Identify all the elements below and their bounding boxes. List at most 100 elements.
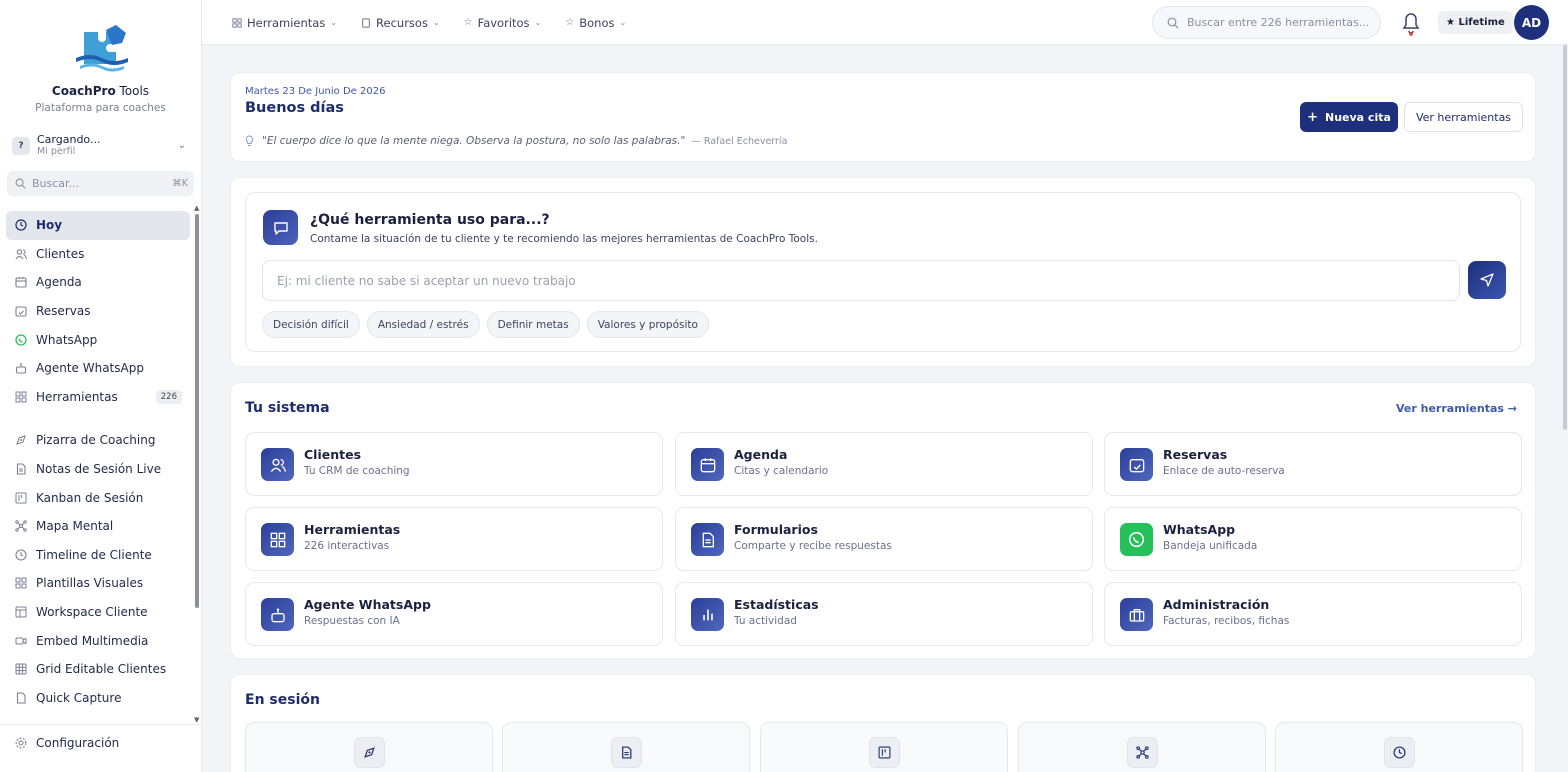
puzzle-logo-icon [75,25,128,72]
page-scrollbar[interactable] [1563,45,1567,430]
message-square-icon [263,210,298,245]
gear-icon [15,737,27,749]
tile-subtitle: Comparte y recibe respuestas [734,540,892,552]
suggestion-chips: Decisión difícil Ansiedad / estrés Defin… [262,311,716,338]
tile-formularios[interactable]: Formularios Comparte y recibe respuestas [675,507,1093,571]
sidebar-item-mapa-mental[interactable]: Mapa Mental [6,512,190,541]
chevron-down-icon: ⌄ [534,18,542,27]
plan-badge[interactable]: ★ Lifetime [1438,11,1513,34]
view-tools-button[interactable]: Ver herramientas [1404,102,1523,132]
view-tools-link[interactable]: Ver herramientas → [1396,402,1517,415]
send-button[interactable] [1468,261,1506,299]
sidebar-item-agenda[interactable]: Agenda [6,268,190,297]
tool-recommender-section: ¿Qué herramienta uso para...? Contame la… [230,177,1536,367]
sidebar-item-notas[interactable]: Notas de Sesión Live [6,455,190,484]
lightbulb-icon [245,135,254,147]
book-icon [361,17,371,28]
sidebar-item-reservas[interactable]: Reservas [6,297,190,326]
sidebar-item-timeline[interactable]: Timeline de Cliente [6,541,190,570]
situation-input[interactable]: Ej: mi cliente no sabe si aceptar un nue… [262,260,1460,301]
sidebar-item-agente-whatsapp[interactable]: Agente WhatsApp [6,354,190,383]
recommender-title: ¿Qué herramienta uso para...? [310,212,550,228]
quote-text: "El cuerpo dice lo que la mente niega. O… [262,135,686,147]
chevron-down-icon: ⌄ [432,18,440,27]
quote-author: — Rafael Echeverría [691,135,788,147]
tile-herramientas[interactable]: Herramientas 226 interactivas [245,507,663,571]
whatsapp-icon [15,334,27,346]
tile-administracion[interactable]: Administración Facturas, recibos, fichas [1104,582,1522,646]
search-icon [15,178,26,189]
chip-metas[interactable]: Definir metas [486,311,580,338]
current-date: Martes 23 De Junio De 2026 [245,86,386,97]
sidebar-item-grid[interactable]: Grid Editable Clientes [6,655,190,684]
bar-chart-icon [691,598,724,631]
menu-herramientas[interactable]: Herramientas ⌄ [232,16,337,30]
section-title: En sesión [245,692,320,708]
menu-label: Bonos [579,15,615,30]
sidebar-footer: Configuración [0,724,201,772]
brand-subtitle: Plataforma para coaches [35,102,166,114]
sidebar-item-plantillas[interactable]: Plantillas Visuales [6,569,190,598]
session-tile-pizarra[interactable] [245,722,493,772]
sidebar-item-embed[interactable]: Embed Multimedia [6,626,190,655]
chip-decision[interactable]: Decisión difícil [262,311,360,338]
tile-clientes[interactable]: Clientes Tu CRM de coaching [245,432,663,496]
briefcase-icon [1120,598,1153,631]
tile-reservas[interactable]: Reservas Enlace de auto-reserva [1104,432,1522,496]
situation-placeholder: Ej: mi cliente no sabe si aceptar un nue… [277,273,576,288]
sidebar-item-quick-capture[interactable]: Quick Capture [6,684,190,713]
video-icon [15,635,27,647]
sidebar-item-label: Pizarra de Coaching [36,433,156,448]
tool-search-input[interactable]: Buscar entre 226 herramientas... [1152,6,1381,39]
tile-agenda[interactable]: Agenda Citas y calendario [675,432,1093,496]
session-tile-timeline[interactable] [1275,722,1523,772]
sidebar-item-label: Quick Capture [36,690,122,705]
recommender-subtitle: Contame la situación de tu cliente y te … [310,233,818,245]
tile-title: Herramientas [304,522,401,537]
layout-icon [15,606,27,618]
sidebar-item-label: Agente WhatsApp [36,361,144,376]
sidebar-item-hoy[interactable]: Hoy [6,211,190,240]
sidebar-item-configuracion[interactable]: Configuración [6,729,190,758]
search-placeholder: Buscar entre 226 herramientas... [1187,16,1370,29]
new-appointment-button[interactable]: + Nueva cita [1300,102,1398,132]
menu-bonos[interactable]: ☆ Bonos ⌄ [565,16,626,30]
sidebar-item-kanban[interactable]: Kanban de Sesión [6,483,190,512]
kanban-icon [15,492,27,504]
sidebar-item-label: Embed Multimedia [36,633,149,648]
chevron-down-icon: ⌄ [619,18,627,27]
tile-estadisticas[interactable]: Estadísticas Tu actividad [675,582,1093,646]
send-icon [1480,273,1494,287]
sidebar-search-placeholder: Buscar... [32,177,80,190]
user-avatar[interactable]: AD [1514,5,1549,40]
scroll-down-arrow-icon[interactable]: ▼ [194,716,199,724]
users-icon [261,448,294,481]
menu-recursos[interactable]: Recursos ⌄ [361,16,440,30]
brand-name: CoachPro Tools [51,84,150,98]
sidebar-item-workspace[interactable]: Workspace Cliente [6,598,190,627]
tile-agente-whatsapp[interactable]: Agente WhatsApp Respuestas con IA [245,582,663,646]
button-label: Nueva cita [1325,110,1391,124]
search-icon [1167,17,1179,28]
session-tile-mapa[interactable] [1018,722,1266,772]
session-tile-notas[interactable] [502,722,750,772]
tile-subtitle: Enlace de auto-reserva [1163,465,1285,477]
chip-ansiedad[interactable]: Ansiedad / estrés [366,311,480,338]
tile-whatsapp[interactable]: WhatsApp Bandeja unificada [1104,507,1522,571]
sidebar-scroll-thumb[interactable] [195,214,199,608]
sidebar-item-whatsapp[interactable]: WhatsApp [6,325,190,354]
whatsapp-icon [1120,523,1153,556]
chip-valores[interactable]: Valores y propósito [586,311,709,338]
menu-favoritos[interactable]: ☆ Favoritos ⌄ [464,16,542,30]
sidebar-item-herramientas[interactable]: Herramientas 226 [6,383,190,412]
sidebar-search-input[interactable]: Buscar... ⌘K [7,171,194,196]
profile-switcher[interactable]: ? Cargando... Mi perfil ⌄ [12,132,192,160]
scroll-up-arrow-icon[interactable]: ▲ [194,204,199,212]
sidebar-item-label: Configuración [36,736,120,751]
session-tile-kanban[interactable] [760,722,1008,772]
sidebar-item-clientes[interactable]: Clientes [6,240,190,269]
sidebar-item-pizarra[interactable]: Pizarra de Coaching [6,426,190,455]
bell-icon[interactable] [1400,9,1422,36]
sidebar-scrollbar[interactable]: ▲ ▼ [194,204,200,724]
greeting-card: Martes 23 De Junio De 2026 Buenos días "… [230,72,1536,162]
